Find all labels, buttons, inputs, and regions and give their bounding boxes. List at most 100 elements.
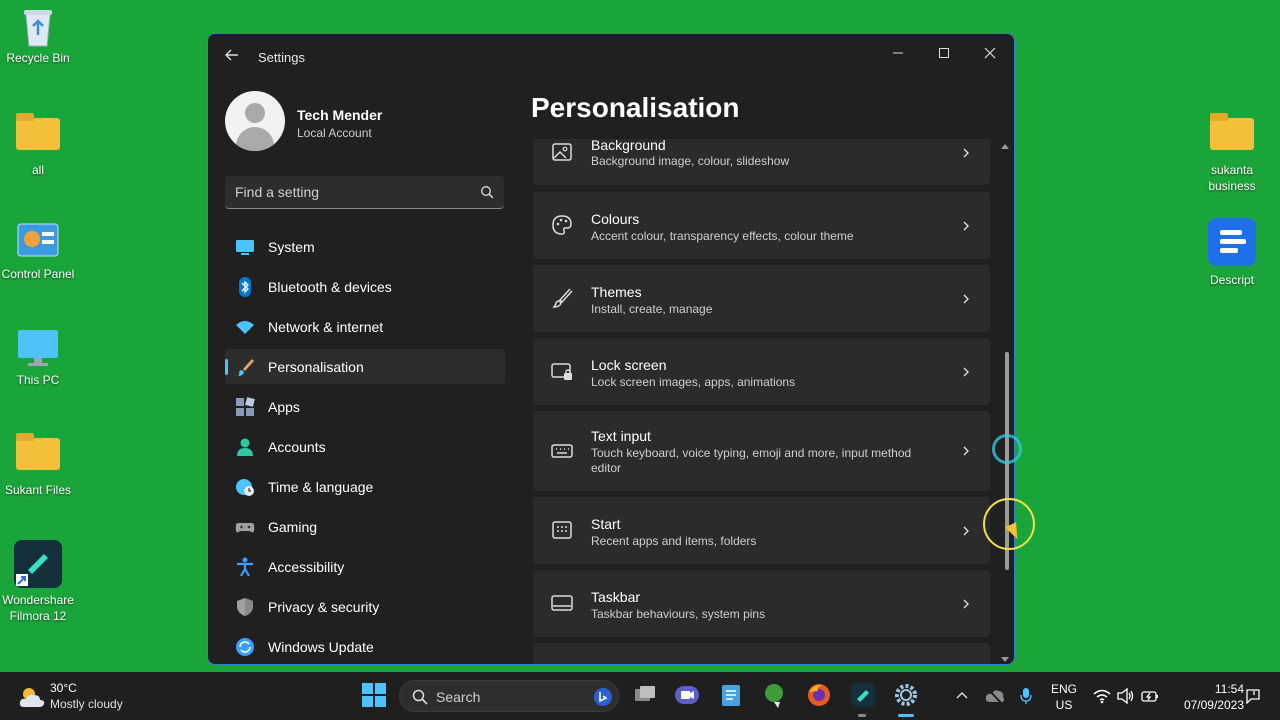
apps-icon — [236, 397, 255, 416]
back-button[interactable] — [222, 48, 242, 68]
accessibility-icon — [237, 557, 253, 577]
palette-icon — [552, 215, 572, 235]
chevron-right-icon — [963, 221, 969, 231]
profile-name: Tech Mender — [297, 107, 383, 123]
setting-card-text-input[interactable]: Text input Touch keyboard, voice typing,… — [533, 411, 990, 491]
filmora-icon — [14, 540, 62, 588]
bluetooth-icon — [239, 277, 251, 297]
keyboard-icon — [551, 444, 573, 458]
taskbar-search[interactable]: Search — [399, 680, 619, 712]
back-arrow-icon — [225, 49, 238, 61]
active-app-indicator — [898, 714, 914, 717]
settings-window: Settings Tech Mender Local Account Syste… — [207, 33, 1015, 665]
user-profile[interactable]: Tech Mender Local Account — [225, 91, 505, 153]
minimize-button[interactable] — [878, 40, 918, 68]
nav-item-gaming[interactable]: Gaming — [225, 509, 505, 544]
folder-icon — [16, 113, 60, 150]
nav-item-bluetooth[interactable]: Bluetooth & devices — [225, 269, 505, 304]
desktop-icon-filmora[interactable]: Wondershare Filmora 12 — [0, 540, 78, 624]
scroll-up-icon[interactable] — [1001, 142, 1009, 150]
nav-item-network[interactable]: Network & internet — [225, 309, 505, 344]
setting-card-taskbar[interactable]: Taskbar Taskbar behaviours, system pins — [533, 570, 990, 637]
volume-icon[interactable] — [1117, 688, 1135, 704]
chevron-right-icon — [963, 599, 969, 609]
firefox-icon[interactable] — [806, 682, 832, 708]
brush-icon — [552, 288, 573, 308]
scroll-down-icon[interactable] — [1001, 656, 1009, 664]
bing-icon — [594, 688, 612, 706]
shield-icon — [237, 598, 253, 616]
desktop-icon-label: Sukant Files — [4, 483, 72, 497]
clock[interactable]: 11:54 07/09/2023 — [1168, 681, 1244, 713]
filmora-taskbar-icon[interactable] — [850, 682, 876, 708]
search-icon — [412, 689, 428, 705]
nav-item-accessibility[interactable]: Accessibility — [225, 549, 505, 584]
settings-nav: System Bluetooth & devices Network & int… — [225, 229, 505, 664]
find-setting-input[interactable] — [235, 182, 465, 202]
folder-icon — [1210, 113, 1254, 150]
search-icon[interactable] — [480, 185, 494, 199]
desktop-icon-recycle-bin[interactable]: Recycle Bin — [0, 6, 76, 66]
desktop-icon-control-panel[interactable]: Control Panel — [0, 222, 76, 282]
nav-item-personalisation[interactable]: Personalisation — [225, 349, 505, 384]
descript-icon — [1208, 218, 1256, 266]
setting-card-start[interactable]: Start Recent apps and items, folders — [533, 497, 990, 564]
onedrive-offline-icon[interactable] — [985, 687, 1005, 705]
nav-item-system[interactable]: System — [225, 229, 505, 264]
lock-screen-icon — [551, 363, 572, 380]
desktop-icon-sukant-files[interactable]: Sukant Files — [0, 433, 76, 498]
desktop-icon-descript[interactable]: Descript — [1194, 218, 1270, 288]
desktop-icon-all[interactable]: all — [0, 113, 76, 178]
accounts-icon — [237, 438, 253, 456]
task-view-icon[interactable] — [632, 682, 658, 708]
wifi-icon[interactable] — [1093, 688, 1111, 704]
microphone-icon[interactable] — [1019, 687, 1033, 705]
find-setting-search — [225, 176, 504, 209]
maximize-icon — [939, 48, 949, 58]
start-icon — [552, 521, 572, 539]
setting-card-colours[interactable]: Colours Accent colour, transparency effe… — [533, 192, 990, 259]
weather-widget[interactable]: 30°C Mostly cloudy — [18, 680, 158, 714]
personalisation-settings-list: Background Background image, colour, sli… — [533, 139, 990, 664]
desktop-icon-label: all — [31, 163, 44, 177]
desktop-icon-label: This PC — [16, 373, 60, 387]
windows-start-icon[interactable] — [361, 682, 387, 708]
taskbar-icon — [551, 595, 573, 611]
setting-card-background[interactable]: Background Background image, colour, sli… — [533, 139, 990, 185]
desktop-icon-label: Control Panel — [1, 267, 75, 281]
cursor-highlight — [983, 498, 1035, 550]
chevron-right-icon — [963, 367, 969, 377]
close-button[interactable] — [970, 40, 1010, 68]
settings-gear-icon[interactable] — [893, 682, 919, 708]
setting-card-themes[interactable]: Themes Install, create, manage — [533, 265, 990, 332]
nav-item-time-language[interactable]: Time & language — [225, 469, 505, 504]
notification-icon[interactable] — [1245, 688, 1261, 704]
taskbar: 30°C Mostly cloudy Search ENG US 11:54 0… — [0, 672, 1280, 720]
click-indicator — [992, 434, 1022, 464]
brush-icon — [238, 359, 254, 376]
green-app-icon[interactable] — [762, 682, 788, 708]
setting-card-lock-screen[interactable]: Lock screen Lock screen images, apps, an… — [533, 338, 990, 405]
teams-chat-icon[interactable] — [674, 682, 700, 708]
nav-item-windows-update[interactable]: Windows Update — [225, 629, 505, 664]
desktop-icon-label: sukanta business — [1208, 163, 1256, 193]
control-panel-icon — [16, 222, 60, 262]
nav-item-apps[interactable]: Apps — [225, 389, 505, 424]
maximize-button[interactable] — [924, 40, 964, 68]
chevron-up-icon[interactable] — [955, 689, 969, 703]
title-bar: Settings — [208, 34, 1014, 80]
battery-charging-icon[interactable] — [1141, 688, 1159, 704]
close-icon — [984, 47, 996, 59]
notepad-icon[interactable] — [718, 682, 744, 708]
desktop-icon-label: Recycle Bin — [6, 51, 70, 65]
desktop-icon-label: Descript — [1209, 273, 1254, 287]
language-indicator[interactable]: ENG US — [1046, 681, 1082, 713]
chevron-right-icon — [963, 446, 969, 456]
setting-card-partial[interactable] — [533, 643, 990, 664]
desktop-icon-sukanta-business[interactable]: sukanta business — [1194, 113, 1270, 194]
nav-item-accounts[interactable]: Accounts — [225, 429, 505, 464]
desktop-icon-this-pc[interactable]: This PC — [0, 328, 76, 388]
minimize-icon — [893, 52, 903, 54]
monitor-icon — [16, 328, 60, 368]
nav-item-privacy-security[interactable]: Privacy & security — [225, 589, 505, 624]
